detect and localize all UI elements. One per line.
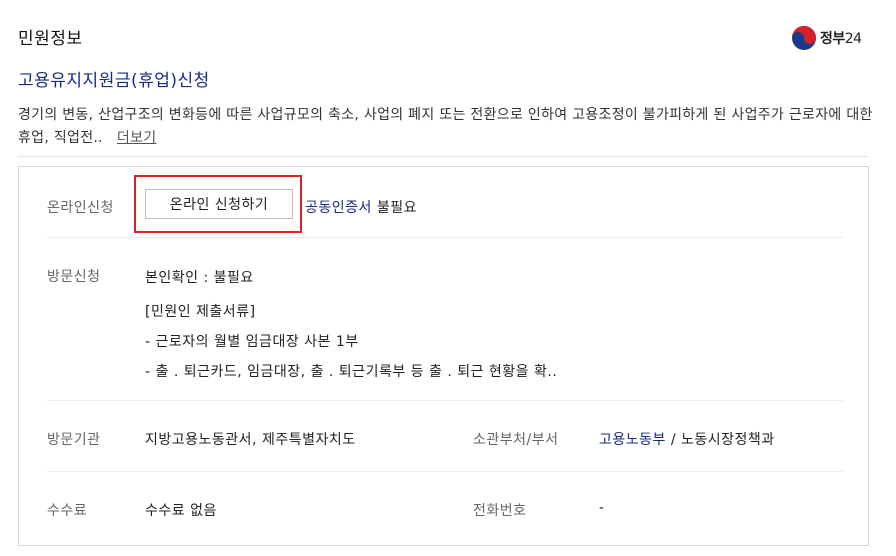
dept-link[interactable]: 고용노동부: [599, 432, 666, 448]
doc-item-1: - 근로자의 월별 임금대장 사본 1부: [145, 334, 359, 350]
logo-text: 정부24: [820, 31, 862, 47]
cert-suffix: 불필요: [371, 200, 417, 216]
service-description: 경기의 변동, 산업구조의 변화등에 따른 사업규모의 축소, 사업의 폐지 또…: [18, 104, 878, 150]
visit-details: 본인확인 : 불필요 [민원인 제출서류] - 근로자의 월별 임금대장 사본 …: [145, 263, 557, 387]
gov24-logo[interactable]: 정부24: [792, 24, 872, 52]
online-label: 온라인신청: [47, 200, 114, 216]
identity-check: 본인확인 : 불필요: [145, 270, 254, 286]
fee-label: 수수료: [47, 503, 88, 519]
phone-label: 전화번호: [473, 503, 527, 519]
dept-suffix: / 노동시장정책과: [665, 432, 775, 448]
dept-value: 고용노동부 / 노동시장정책과: [599, 429, 775, 449]
doc-item-2: - 출 . 퇴근카드, 임금대장, 출 . 퇴근기록부 등 출 . 퇴근 현황을…: [145, 364, 558, 380]
agency-value: 지방고용노동관서, 제주특별자치도: [145, 432, 356, 448]
online-apply-button[interactable]: 온라인 신청하기: [145, 189, 293, 219]
info-table: 온라인신청 온라인 신청하기 공동인증서 불필요 방문신청 본인확인 : 불필요…: [18, 166, 869, 546]
docs-header: [민원인 제출서류]: [145, 304, 256, 320]
section-title: 민원정보: [18, 29, 83, 49]
agency-label: 방문기관: [47, 432, 101, 448]
row-divider: [47, 237, 843, 238]
divider: [18, 156, 868, 157]
cert-link[interactable]: 공동인증서: [305, 200, 372, 216]
row-divider: [47, 400, 843, 401]
taegeuk-icon: [792, 26, 816, 50]
more-link[interactable]: 더보기: [117, 130, 157, 146]
visit-label: 방문신청: [47, 269, 101, 285]
cert-info: 공동인증서 불필요: [305, 197, 417, 217]
service-title[interactable]: 고용유지지원금(휴업)신청: [18, 66, 210, 91]
fee-value: 수수료 없음: [145, 503, 217, 519]
row-divider: [47, 471, 843, 472]
dept-label: 소관부처/부서: [473, 432, 559, 448]
phone-value: -: [599, 500, 605, 516]
